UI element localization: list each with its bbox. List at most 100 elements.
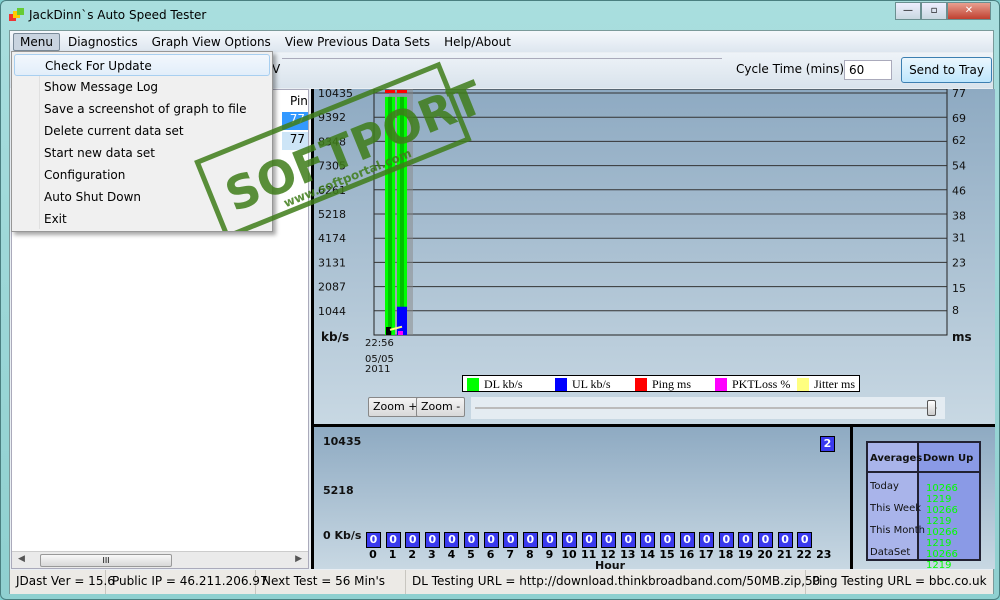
- menu-diagnostics[interactable]: Diagnostics: [62, 34, 144, 50]
- menu-view-previous-data-sets[interactable]: View Previous Data Sets: [279, 34, 436, 50]
- status-version: JDast Ver = 15.6: [10, 570, 115, 594]
- average-row-label: DataSet: [870, 547, 911, 558]
- window-title: JackDinn`s Auto Speed Tester: [29, 8, 207, 22]
- cycle-time-input[interactable]: 60: [844, 60, 892, 80]
- hour-count: 0: [465, 533, 478, 547]
- send-to-tray-button[interactable]: Send to Tray: [901, 57, 992, 83]
- hour-label: 21: [776, 548, 793, 561]
- hour-label: 0: [369, 548, 377, 561]
- hourly-tick-max: 10435: [323, 435, 362, 448]
- hour-count: 0: [680, 533, 694, 547]
- divider: [282, 58, 722, 59]
- slider-thumb[interactable]: [927, 400, 936, 416]
- left-tick-label: 3131: [318, 256, 346, 269]
- menu-help-about[interactable]: Help/About: [438, 34, 517, 50]
- zoom-slider[interactable]: [471, 397, 945, 419]
- averages-header: Averages: [870, 453, 923, 464]
- status-public-ip: Public IP = 46.211.206.97: [106, 570, 268, 594]
- left-tick-label: 2087: [318, 281, 346, 294]
- average-row-label: This Week: [870, 503, 922, 514]
- hour-count: 0: [543, 533, 557, 547]
- scroll-left-icon[interactable]: ◀: [18, 554, 25, 564]
- hour-count: 0: [445, 533, 459, 547]
- left-tick-label: 4174: [318, 232, 346, 245]
- hour-count: 0: [621, 533, 635, 547]
- hour-count-box: 0: [405, 532, 421, 548]
- hour-count-box: 0: [620, 532, 636, 548]
- hour-count: 0: [778, 533, 792, 547]
- legend-swatch: [555, 378, 567, 391]
- hour-label: 23: [816, 548, 832, 561]
- current-hour-count: 2: [820, 436, 835, 452]
- maximize-button[interactable]: ▫: [921, 2, 947, 20]
- app-icon: [9, 8, 25, 22]
- hour-label: 22: [796, 548, 812, 561]
- legend-swatch: [467, 378, 479, 391]
- scroll-right-icon[interactable]: ▶: [295, 554, 302, 564]
- right-tick-label: 38: [952, 210, 966, 223]
- menu-graph-view-options[interactable]: Graph View Options: [146, 34, 277, 50]
- hour-count-box: 0: [542, 532, 558, 548]
- hour-count: 0: [425, 533, 439, 547]
- hour-count: 0: [719, 533, 733, 547]
- app-window: JackDinn`s Auto Speed Tester — ▫ ✕ Menu …: [0, 0, 1000, 600]
- hour-count-box: 0: [366, 532, 381, 548]
- menu-menu[interactable]: Menu: [13, 32, 60, 51]
- average-row-label: This Month: [870, 525, 925, 536]
- right-tick-label: 62: [952, 134, 966, 147]
- average-row-value: 10266 1219: [926, 505, 958, 527]
- right-tick-label: 54: [952, 159, 966, 172]
- hour-count-box: 0: [581, 532, 597, 548]
- hour-count-box: 0: [640, 532, 656, 548]
- legend-label: PKTLoss %: [732, 377, 791, 391]
- hour-count: 0: [602, 533, 616, 547]
- hour-label: 7: [506, 548, 515, 561]
- right-tick-label: 31: [952, 232, 966, 245]
- average-row-value: 10266 1219: [926, 483, 958, 505]
- hour-count-box: 0: [464, 532, 479, 548]
- hour-count-box: 0: [758, 532, 773, 548]
- hour-label: 2: [408, 548, 417, 561]
- hour-label: 4: [447, 548, 456, 561]
- hour-label: 16: [678, 548, 695, 561]
- divider: [850, 427, 853, 569]
- hour-count: 0: [739, 533, 753, 547]
- legend-item: Ping ms: [635, 377, 691, 392]
- hour-count-box: 0: [679, 532, 695, 548]
- legend-item: PKTLoss %: [715, 377, 790, 392]
- legend-swatch: [635, 378, 647, 391]
- hour-label: 15: [659, 548, 675, 561]
- right-tick-label: 23: [952, 257, 966, 270]
- down-up-header: Down Up: [923, 453, 974, 464]
- scroll-thumb[interactable]: III: [40, 554, 172, 567]
- status-next-test: Next Test = 56 Min's: [256, 570, 406, 594]
- legend-label: UL kb/s: [572, 377, 611, 391]
- hourly-tick-zero: 0 Kb/s: [323, 529, 362, 542]
- hour-count: 0: [504, 533, 518, 547]
- hour-count-box: 0: [738, 532, 754, 548]
- legend-label: Jitter ms: [814, 377, 855, 391]
- right-tick-label: 69: [952, 112, 966, 125]
- ul-bar: [397, 306, 407, 335]
- hour-count-box: 0: [797, 532, 813, 548]
- zoom-in-button[interactable]: Zoom +: [368, 397, 423, 417]
- minimize-button[interactable]: —: [895, 2, 921, 20]
- softportal-watermark: SOFTPORTAL www.softportal.com: [194, 61, 476, 231]
- close-button[interactable]: ✕: [947, 2, 991, 20]
- legend-item: UL kb/s: [555, 377, 611, 392]
- hour-label: 10: [561, 548, 577, 561]
- hour-count-box: 0: [718, 532, 734, 548]
- hour-count: 0: [386, 533, 400, 547]
- chart-legend: DL kb/s UL kb/s Ping ms PKTLoss % Jitter ms: [462, 375, 860, 392]
- x-time-label: 22:56: [365, 338, 394, 349]
- hour-count-box: 0: [483, 532, 499, 548]
- right-tick-label: 8: [952, 304, 959, 317]
- zoom-out-button[interactable]: Zoom -: [416, 397, 466, 417]
- hourly-tick-mid: 5218: [323, 484, 354, 497]
- legend-swatch: [797, 378, 809, 391]
- status-bar: JDast Ver = 15.6 Public IP = 46.211.206.…: [10, 570, 993, 594]
- horizontal-scrollbar[interactable]: ◀ III ▶: [12, 551, 308, 568]
- hour-count-box: 0: [562, 532, 577, 548]
- hour-count-box: 0: [777, 532, 793, 548]
- hour-count-box: 0: [424, 532, 440, 548]
